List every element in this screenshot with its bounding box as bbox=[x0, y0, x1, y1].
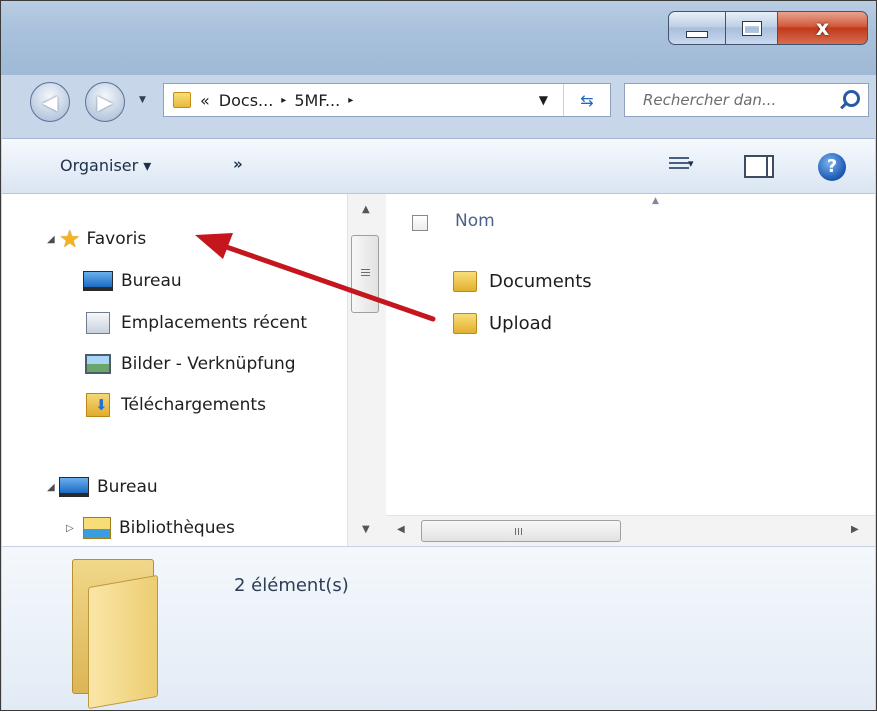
close-icon: x bbox=[815, 16, 830, 40]
tree-item-libraries[interactable]: ▷ Bibliothèques bbox=[66, 513, 235, 543]
tree-item-label: Bibliothèques bbox=[119, 518, 235, 538]
recent-pages-dropdown[interactable]: ▼ bbox=[139, 95, 146, 105]
folder-icon bbox=[453, 312, 477, 334]
desktop-icon bbox=[59, 477, 89, 497]
file-list: ▲ Nom Documents Upload bbox=[386, 194, 875, 546]
refresh-icon: ⇆ bbox=[580, 90, 594, 110]
tree-item-label: Emplacements récent bbox=[121, 313, 308, 333]
maximize-button[interactable] bbox=[726, 11, 778, 45]
tree-item-label: Bilder - Verknüpfung bbox=[121, 354, 296, 374]
sort-indicator-icon: ▲ bbox=[652, 196, 659, 206]
collapse-icon[interactable]: ◢ bbox=[47, 482, 59, 493]
breadcrumb-separator[interactable]: ▸ bbox=[281, 95, 286, 106]
scrollbar-thumb[interactable] bbox=[351, 235, 379, 313]
window-controls: x bbox=[668, 11, 868, 45]
downloads-icon bbox=[86, 393, 110, 417]
more-commands-button[interactable]: » bbox=[233, 155, 243, 173]
search-input[interactable] bbox=[641, 90, 837, 110]
forward-button[interactable]: ▶ bbox=[85, 82, 125, 122]
scroll-left-arrow[interactable]: ◀ bbox=[397, 524, 405, 535]
tree-item-label: Bureau bbox=[121, 271, 182, 291]
arrow-left-icon: ◀ bbox=[42, 90, 58, 114]
title-bar[interactable]: x bbox=[1, 1, 876, 75]
tree-item-downloads[interactable]: Téléchargements bbox=[83, 390, 266, 420]
scroll-up-arrow[interactable]: ▲ bbox=[362, 204, 370, 215]
search-icon[interactable] bbox=[843, 90, 860, 107]
collapse-icon[interactable]: ◢ bbox=[47, 234, 59, 245]
large-folder-icon bbox=[72, 559, 192, 710]
arrow-right-icon: ▶ bbox=[97, 90, 113, 114]
file-name: Documents bbox=[489, 270, 592, 292]
scroll-right-arrow[interactable]: ▶ bbox=[851, 524, 859, 535]
tree-item-bureau[interactable]: Bureau bbox=[83, 266, 182, 296]
organize-button[interactable]: Organiser ▾ bbox=[60, 156, 151, 175]
preview-pane-icon[interactable] bbox=[744, 155, 774, 178]
explorer-window: x ◀ ▶ ▼ « Docs... ▸ 5MF... ▸ ▼ ⇆ Organis… bbox=[0, 0, 877, 711]
select-all-checkbox[interactable] bbox=[412, 215, 428, 231]
maximize-icon bbox=[741, 20, 762, 36]
item-count: 2 élément(s) bbox=[234, 575, 349, 596]
tree-item-recent-places[interactable]: Emplacements récent bbox=[83, 308, 307, 338]
details-pane: 2 élément(s) bbox=[2, 546, 875, 710]
file-row-documents[interactable]: Documents bbox=[453, 266, 592, 296]
desktop-icon bbox=[83, 271, 113, 291]
breadcrumb-overflow[interactable]: « bbox=[200, 91, 210, 110]
file-list-horizontal-scrollbar[interactable]: ◀ ▶ bbox=[386, 515, 875, 546]
tree-item-favorites[interactable]: ◢ ★ Favoris bbox=[47, 224, 146, 254]
tree-item-label: Bureau bbox=[97, 477, 158, 497]
breadcrumb-docs[interactable]: Docs... bbox=[219, 91, 274, 110]
tree-item-pictures-shortcut[interactable]: Bilder - Verknüpfung bbox=[83, 349, 296, 379]
breadcrumb-separator[interactable]: ▸ bbox=[348, 95, 353, 106]
help-icon[interactable]: ? bbox=[818, 153, 846, 181]
view-options-dropdown[interactable]: ▾ bbox=[688, 157, 694, 170]
libraries-icon bbox=[83, 517, 111, 539]
pictures-icon bbox=[85, 354, 111, 374]
expand-icon[interactable]: ▷ bbox=[66, 523, 78, 534]
address-dropdown-arrow[interactable]: ▼ bbox=[539, 93, 548, 107]
file-row-upload[interactable]: Upload bbox=[453, 308, 552, 338]
recent-places-icon bbox=[86, 312, 110, 334]
minimize-icon bbox=[686, 30, 708, 38]
folder-icon bbox=[173, 92, 191, 108]
navigation-bar: ◀ ▶ ▼ « Docs... ▸ 5MF... ▸ ▼ ⇆ bbox=[1, 79, 876, 123]
folder-icon bbox=[453, 270, 477, 292]
scrollbar-thumb[interactable] bbox=[421, 520, 621, 542]
refresh-button[interactable]: ⇆ bbox=[563, 84, 610, 116]
back-button[interactable]: ◀ bbox=[30, 82, 70, 122]
tree-item-desktop-root[interactable]: ◢ Bureau bbox=[47, 472, 158, 502]
file-name: Upload bbox=[489, 312, 553, 334]
minimize-button[interactable] bbox=[668, 11, 726, 45]
tree-item-label: Téléchargements bbox=[121, 395, 266, 415]
star-icon: ★ bbox=[59, 225, 81, 253]
close-button[interactable]: x bbox=[778, 11, 868, 45]
address-bar[interactable]: « Docs... ▸ 5MF... ▸ ▼ ⇆ bbox=[163, 83, 611, 117]
tree-item-label: Favoris bbox=[86, 229, 147, 249]
search-box[interactable] bbox=[624, 83, 869, 117]
column-header-name[interactable]: Nom bbox=[455, 211, 495, 231]
breadcrumb-5mf[interactable]: 5MF... bbox=[294, 91, 340, 110]
navigation-pane: ◢ ★ Favoris Bureau Emplacements récent B… bbox=[2, 194, 386, 546]
command-bar: Organiser ▾ » ▾ ? bbox=[2, 138, 875, 194]
scroll-down-arrow[interactable]: ▼ bbox=[362, 524, 370, 535]
navigation-pane-scrollbar[interactable]: ▲ ▼ bbox=[347, 194, 386, 546]
change-view-icon[interactable] bbox=[669, 157, 689, 173]
